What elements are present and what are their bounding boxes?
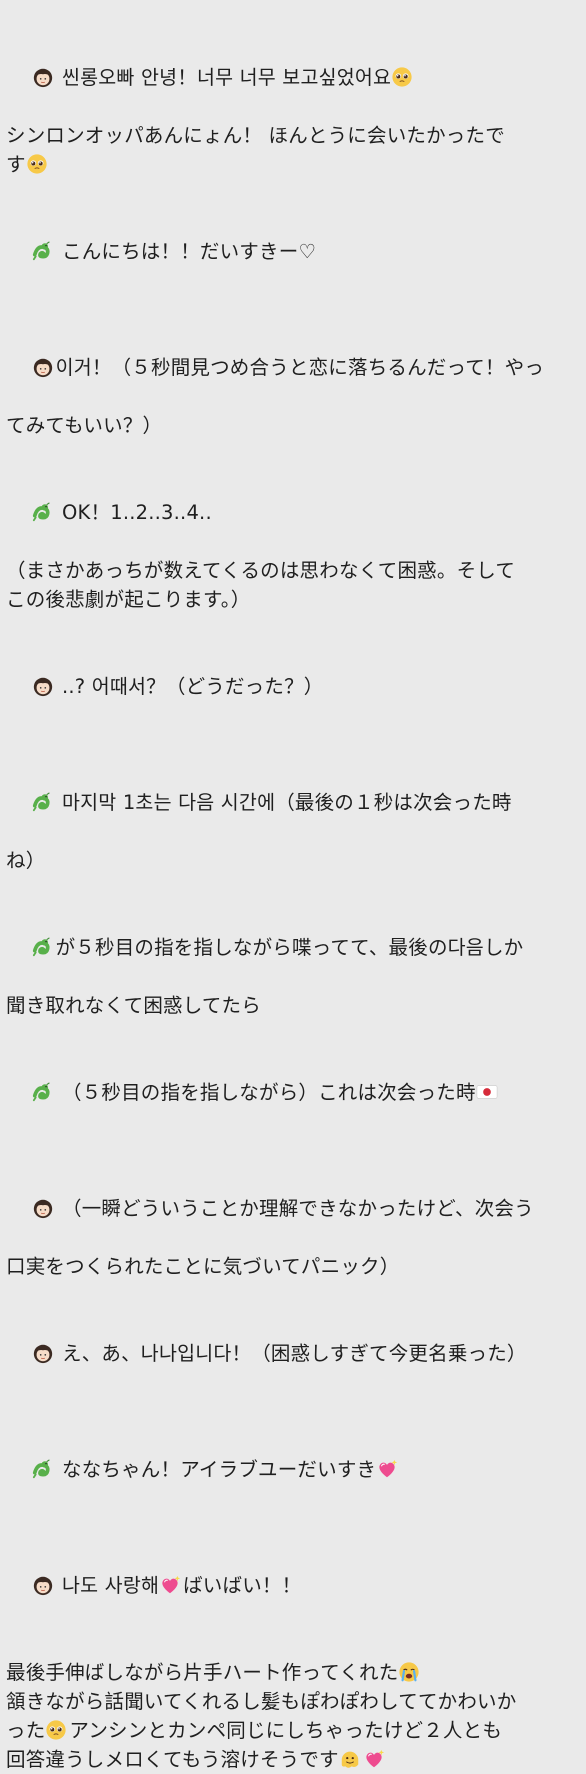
- line-text: アンシンとカンペ同じにしちゃったけど２人とも: [69, 1719, 503, 1742]
- dragon-emoji-icon: [31, 501, 51, 523]
- note-line: 聞き取れなくて困惑してたら: [6, 991, 578, 1020]
- line-text: 最後手伸ばしながら片手ハート作ってくれた: [6, 1661, 399, 1684]
- note-body: 씬롱오빠 안녕！너무 너무 보고싶었어요 シンロンオッパあんにょん！ ほんとうに…: [0, 0, 586, 1771]
- dragon-emoji-icon: [31, 936, 51, 958]
- crying-face-emoji-icon: [398, 1661, 421, 1683]
- note-line: この後悲劇が起こります。）: [6, 585, 578, 614]
- line-text: 마지막 1초는 다음 시간에（最後の１秒は次会った時: [55, 791, 512, 814]
- dragon-emoji-icon: [31, 791, 51, 813]
- line-text: こんにちは！！だいすきー♡: [55, 240, 317, 263]
- line-text: った: [6, 1719, 46, 1742]
- line-text: てみてもいい？）: [6, 414, 163, 437]
- note-line: ね）: [6, 846, 578, 875]
- line-text: が５秒目の指を指しながら喋ってて、最後の다음しか: [55, 936, 524, 959]
- japan-flag-emoji-icon: [476, 1085, 498, 1099]
- note-line: （５秒目の指を指しながら）これは次会った時: [6, 1049, 578, 1136]
- pleading-face-emoji-icon: [46, 1719, 67, 1741]
- girl-emoji-icon: [33, 358, 53, 378]
- note-line: ..? 어때서？（どうだった？）: [6, 643, 578, 730]
- line-text: OK！1..2..3..4..: [55, 501, 212, 524]
- line-text: シンロンオッパあんにょん！ ほんとうに会いたかったで: [6, 124, 505, 147]
- line-text: ..? 어때서？（どうだった？）: [55, 675, 324, 698]
- dragon-emoji-icon: [31, 240, 51, 262]
- sparkling-heart-emoji-icon: [161, 1575, 181, 1594]
- note-line: 回答違うしメロくてもう溶けそうです: [6, 1745, 578, 1774]
- note-line: 頷きながら話聞いてくれるし髪もぽわぽわしててかわいか: [6, 1687, 578, 1716]
- line-text: この後悲劇が起こります。）: [6, 588, 251, 611]
- line-text: 口実をつくられたことに気づいてパニック）: [6, 1255, 400, 1278]
- sparkling-heart-emoji-icon: [365, 1749, 385, 1768]
- line-text: 씬롱오빠 안녕！너무 너무 보고싶었어요: [62, 66, 392, 89]
- line-text: ね）: [6, 849, 46, 872]
- note-line: こんにちは！！だいすきー♡: [6, 208, 578, 295]
- line-text: 回答違うしメロくてもう溶けそうです: [6, 1748, 339, 1771]
- note-line: OK！1..2..3..4..: [6, 469, 578, 556]
- line-text: 聞き取れなくて困惑してたら: [6, 994, 261, 1017]
- note-line: った アンシンとカンペ同じにしちゃったけど２人とも: [6, 1716, 578, 1745]
- note-line: （まさかあっちが数えてくるのは思わなくて困惑。そして: [6, 556, 578, 585]
- line-text: ばいばい！！: [183, 1574, 302, 1597]
- note-line: す: [6, 150, 578, 179]
- note-line: 口実をつくられたことに気づいてパニック）: [6, 1252, 578, 1281]
- girl-emoji-icon: [33, 1344, 53, 1364]
- note-line: 最後手伸ばしながら片手ハート作ってくれた: [6, 1658, 578, 1687]
- girl-emoji-icon: [33, 677, 53, 697]
- line-text: （まさかあっちが数えてくるのは思わなくて困惑。そして: [6, 559, 516, 582]
- note-line: シンロンオッパあんにょん！ ほんとうに会いたかったで: [6, 121, 578, 150]
- note-line: が５秒目の指を指しながら喋ってて、最後の다음しか: [6, 904, 578, 991]
- note-line: 마지막 1초는 다음 시간에（最後の１秒は次会った時: [6, 759, 578, 846]
- pleading-face-emoji-icon: [392, 66, 413, 88]
- line-text: 나도 사랑해: [55, 1574, 160, 1597]
- line-text: 이거！（５秒間見つめ合うと恋に落ちるんだって！やっ: [55, 356, 545, 379]
- note-line: てみてもいい？）: [6, 411, 578, 440]
- line-text: す: [6, 153, 26, 176]
- note-line: （一瞬どういうことか理解できなかったけど、次会う: [6, 1165, 578, 1252]
- note-line: 씬롱오빠 안녕！너무 너무 보고싶었어요: [6, 34, 578, 121]
- dragon-emoji-icon: [31, 1081, 51, 1103]
- note-line: 이거！（５秒間見つめ合うと恋に落ちるんだって！やっ: [6, 324, 578, 411]
- line-text: （５秒目の指を指しながら）これは次会った時: [55, 1081, 476, 1104]
- dragon-emoji-icon: [31, 1458, 51, 1480]
- line-text: え、あ、나나입니다！（困惑しすぎて今更名乗った）: [55, 1342, 527, 1365]
- line-text: 頷きながら話聞いてくれるし髪もぽわぽわしててかわいか: [6, 1690, 517, 1713]
- line-text: ななちゃん！アイラブユーだいすき: [55, 1458, 377, 1481]
- sparkling-heart-emoji-icon: [379, 1459, 398, 1478]
- pleading-face-emoji-icon: [26, 153, 47, 175]
- note-line: え、あ、나나입니다！（困惑しすぎて今更名乗った）: [6, 1310, 578, 1397]
- girl-emoji-icon: [33, 1199, 53, 1219]
- note-line: ななちゃん！アイラブユーだいすき: [6, 1426, 578, 1513]
- girl-emoji-icon: [33, 1576, 53, 1596]
- girl-emoji-icon: [33, 68, 53, 88]
- note-line: 나도 사랑해 ばいばい！！: [6, 1542, 578, 1629]
- line-text: （一瞬どういうことか理解できなかったけど、次会う: [55, 1197, 534, 1220]
- melting-face-emoji-icon: [341, 1751, 359, 1769]
